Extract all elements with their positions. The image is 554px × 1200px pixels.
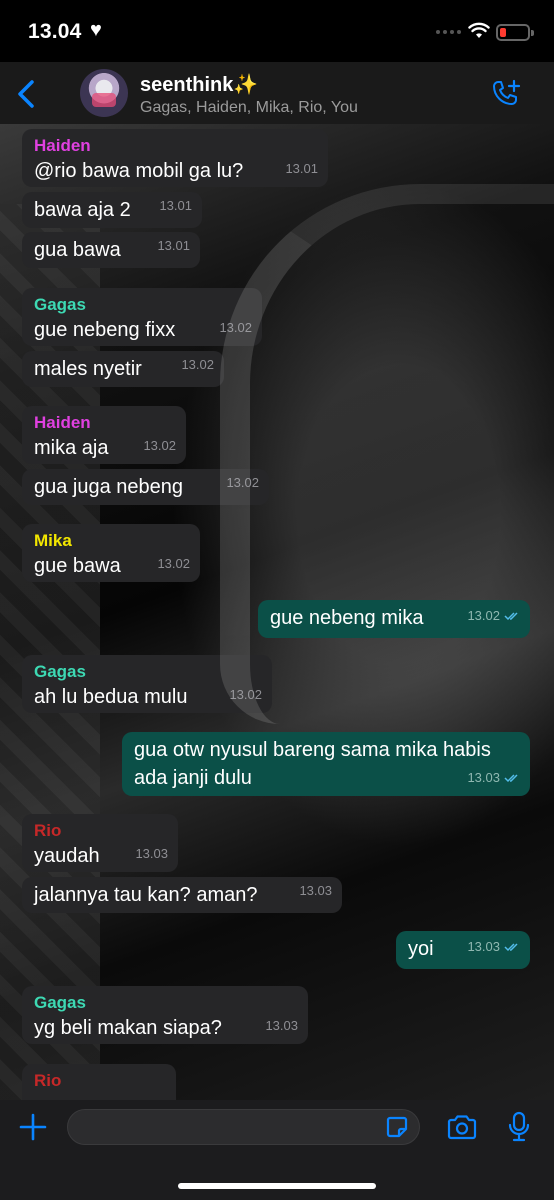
message-bubble[interactable]: Gagas yg beli makan siapa? 13.03 — [22, 986, 308, 1044]
battery-low-icon — [496, 24, 534, 41]
double-check-icon — [504, 612, 518, 621]
message-bubble[interactable]: Gagas ah lu bedua mulu 13.02 — [22, 655, 272, 713]
chat-header: seenthink✨ Gagas, Haiden, Mika, Rio, You — [0, 62, 554, 124]
time-label: 13.01 — [159, 198, 192, 213]
time-label: 13.01 — [157, 238, 190, 253]
time-label: 13.02 — [143, 438, 176, 453]
message-bubble[interactable]: Haiden @rio bawa mobil ga lu? 13.01 — [22, 129, 328, 187]
chevron-left-icon[interactable] — [14, 78, 38, 110]
time-label: 13.01 — [285, 161, 318, 176]
message-text: ah lu bedua mulu — [34, 686, 188, 708]
message-time: 13.01 — [159, 188, 192, 224]
message-bubble[interactable]: Gagas gue nebeng fixx 13.02 — [22, 288, 262, 346]
message-bubble[interactable]: Rio yaudah 13.03 — [22, 814, 178, 872]
sender-name: Gagas — [34, 662, 86, 681]
plus-icon[interactable] — [18, 1112, 48, 1142]
message-time: 13.02 — [157, 550, 190, 578]
message-text: gua otw nyusul bareng sama mika habis ad… — [134, 739, 491, 789]
time-label: 13.02 — [219, 320, 252, 335]
message-input[interactable] — [67, 1109, 420, 1145]
message-text: jalannya tau kan? aman? — [34, 884, 258, 906]
time-label: 13.02 — [226, 475, 259, 490]
message-time: 13.01 — [157, 228, 190, 264]
time-label: 13.03 — [135, 846, 168, 861]
message-bubble[interactable]: males nyetir 13.02 — [22, 351, 224, 387]
sticker-icon[interactable] — [384, 1114, 410, 1140]
wifi-icon — [468, 22, 490, 38]
message-bubble[interactable]: Haiden mika aja 13.02 — [22, 406, 186, 464]
sender-name: Haiden — [34, 413, 91, 432]
message-bubble[interactable]: Mika gue bawa 13.02 — [22, 524, 200, 582]
message-time: 13.02 — [219, 314, 252, 342]
message-time: 13.02 — [143, 432, 176, 460]
message-bubble-outgoing[interactable]: gua otw nyusul bareng sama mika habis ad… — [122, 732, 530, 796]
group-members[interactable]: Gagas, Haiden, Mika, Rio, You — [140, 99, 358, 117]
message-bubble[interactable]: gua bawa 13.01 — [22, 232, 200, 268]
message-time: 13.03 — [467, 929, 520, 965]
message-time: 13.02 — [181, 347, 214, 383]
message-text: mika aja — [34, 437, 109, 459]
double-check-icon — [504, 943, 518, 952]
message-time: 13.02 — [226, 465, 259, 501]
cellular-signal-icon — [436, 30, 461, 34]
message-text: gua juga nebeng — [34, 476, 184, 498]
status-time: 13.04 — [28, 20, 82, 43]
microphone-icon[interactable] — [507, 1111, 531, 1143]
message-bubble-outgoing[interactable]: yoi 13.03 — [396, 931, 530, 969]
message-text: gua bawa — [34, 239, 121, 261]
sender-name: Gagas — [34, 295, 86, 314]
sender-name: Mika — [34, 531, 72, 550]
message-time: 13.03 — [135, 840, 168, 868]
heart-icon: ♥ — [90, 19, 102, 41]
message-bubble-outgoing[interactable]: gue nebeng mika 13.02 — [258, 600, 530, 638]
sender-name: Haiden — [34, 136, 91, 155]
message-time: 13.01 — [285, 155, 318, 183]
message-text: gue bawa — [34, 555, 121, 577]
message-text: gue nebeng mika — [270, 607, 424, 629]
message-input-bar — [0, 1100, 554, 1200]
time-label: 13.03 — [299, 883, 332, 898]
time-label: 13.02 — [157, 556, 190, 571]
message-bubble[interactable]: jalannya tau kan? aman? 13.03 — [22, 877, 342, 913]
message-time: 13.02 — [229, 681, 262, 709]
message-text: yoi — [408, 938, 434, 960]
message-text: gue nebeng fixx — [34, 319, 176, 341]
message-text: yaudah — [34, 845, 100, 867]
time-label: 13.02 — [181, 357, 214, 372]
group-name[interactable]: seenthink✨ — [140, 72, 258, 97]
message-bubble[interactable]: gua juga nebeng 13.02 — [22, 469, 269, 505]
message-text: yg beli makan siapa? — [34, 1017, 222, 1039]
chat-area[interactable]: Haiden @rio bawa mobil ga lu? 13.01 bawa… — [0, 124, 554, 1100]
phone-plus-icon[interactable] — [488, 78, 524, 110]
time-label: 13.02 — [229, 687, 262, 702]
sender-name: Rio — [34, 1071, 62, 1090]
time-label: 13.03 — [467, 939, 500, 954]
home-indicator[interactable] — [178, 1183, 376, 1189]
status-bar: 13.04 ♥ — [0, 0, 554, 62]
message-bubble[interactable]: bawa aja 2 13.01 — [22, 192, 202, 228]
message-text: @rio bawa mobil ga lu? — [34, 160, 244, 182]
time-label: 13.03 — [265, 1018, 298, 1033]
message-bubble[interactable]: Rio — [22, 1064, 176, 1100]
message-time: 13.02 — [467, 598, 520, 634]
message-time: 13.03 — [299, 873, 332, 909]
message-text: bawa aja 2 — [34, 199, 131, 221]
message-time: 13.03 — [265, 1012, 298, 1040]
time-label: 13.02 — [467, 608, 500, 623]
camera-icon[interactable] — [446, 1113, 478, 1141]
message-text: males nyetir — [34, 358, 142, 380]
message-time: 13.03 — [467, 764, 520, 792]
sender-name: Rio — [34, 821, 62, 840]
double-check-icon — [504, 774, 518, 783]
group-avatar[interactable] — [80, 69, 128, 117]
time-label: 13.03 — [467, 770, 500, 785]
sender-name: Gagas — [34, 993, 86, 1012]
